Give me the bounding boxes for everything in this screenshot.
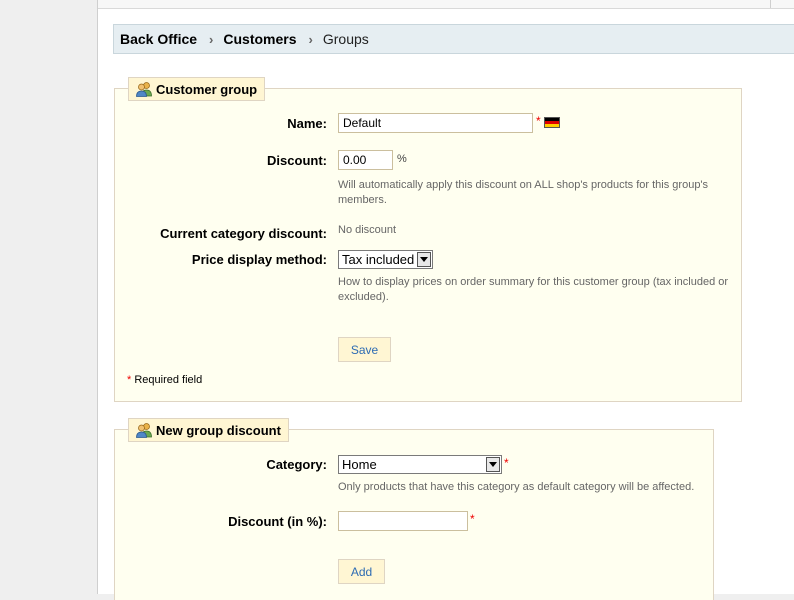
- discount-percent-input[interactable]: [338, 511, 468, 531]
- new-group-discount-legend: New group discount: [128, 418, 289, 442]
- required-note-marker: *: [127, 374, 132, 386]
- price-display-selected: Tax included: [342, 252, 415, 267]
- users-icon: [136, 81, 152, 97]
- legend-title: New group discount: [156, 422, 281, 438]
- price-display-select[interactable]: Tax included: [338, 250, 433, 269]
- chevron-right-icon: ›: [308, 31, 313, 47]
- price-display-hint-line2: excluded).: [338, 291, 389, 303]
- required-marker: *: [536, 114, 541, 128]
- chevron-down-icon[interactable]: [486, 457, 500, 472]
- price-display-label: Price display method:: [191, 252, 327, 267]
- breadcrumb-current: Groups: [322, 31, 369, 47]
- chevron-down-icon[interactable]: [417, 252, 431, 267]
- add-button[interactable]: Add: [338, 559, 385, 584]
- discount-label: Discount:: [267, 153, 327, 168]
- top-strip: [98, 0, 794, 9]
- discount-hint: Will automatically apply this discount o…: [338, 178, 708, 208]
- breadcrumb-back-office[interactable]: Back Office: [120, 31, 197, 47]
- required-marker: *: [470, 512, 475, 526]
- category-hint: Only products that have this category as…: [338, 481, 695, 493]
- main-content: Back Office › Customers › Groups Custome…: [97, 0, 794, 600]
- discount-hint-line2: members.: [338, 194, 387, 206]
- discount-percent-label: Discount (in %):: [228, 514, 327, 529]
- german-flag-icon[interactable]: [544, 117, 560, 128]
- customer-group-legend: Customer group: [128, 77, 266, 101]
- category-select[interactable]: Home: [338, 455, 502, 474]
- price-display-hint-line1: How to display prices on order summary f…: [338, 276, 729, 288]
- chevron-right-icon: ›: [209, 31, 214, 47]
- new-group-discount-panel: New group discount Category: Home * Only…: [114, 418, 714, 600]
- save-button[interactable]: Save: [338, 337, 391, 362]
- price-display-hint: How to display prices on order summary f…: [338, 275, 728, 305]
- required-note: * Required field: [127, 374, 202, 386]
- name-label: Name:: [287, 116, 327, 131]
- current-category-discount-value: No discount: [338, 224, 397, 236]
- discount-input[interactable]: [338, 150, 393, 170]
- breadcrumb: Back Office › Customers › Groups: [113, 24, 794, 54]
- required-marker: *: [504, 456, 509, 470]
- breadcrumb-customers[interactable]: Customers: [223, 31, 296, 47]
- percent-unit: %: [397, 153, 407, 165]
- category-selected: Home: [342, 457, 377, 472]
- name-input[interactable]: [338, 113, 533, 133]
- current-category-discount-label: Current category discount:: [160, 226, 327, 241]
- legend-title: Customer group: [156, 81, 258, 97]
- discount-hint-line1: Will automatically apply this discount o…: [338, 179, 709, 191]
- category-label: Category:: [266, 457, 327, 472]
- customer-group-panel: Customer group Name: * Discount: % Will …: [114, 77, 742, 402]
- required-note-text: Required field: [134, 374, 203, 386]
- top-strip-divider: [770, 0, 771, 8]
- users-icon: [136, 422, 152, 438]
